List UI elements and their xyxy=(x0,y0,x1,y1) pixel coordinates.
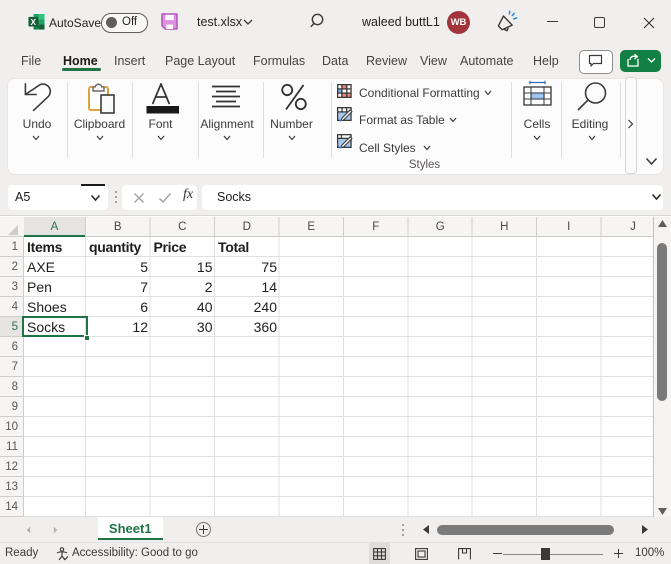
svg-text:X: X xyxy=(30,18,36,27)
